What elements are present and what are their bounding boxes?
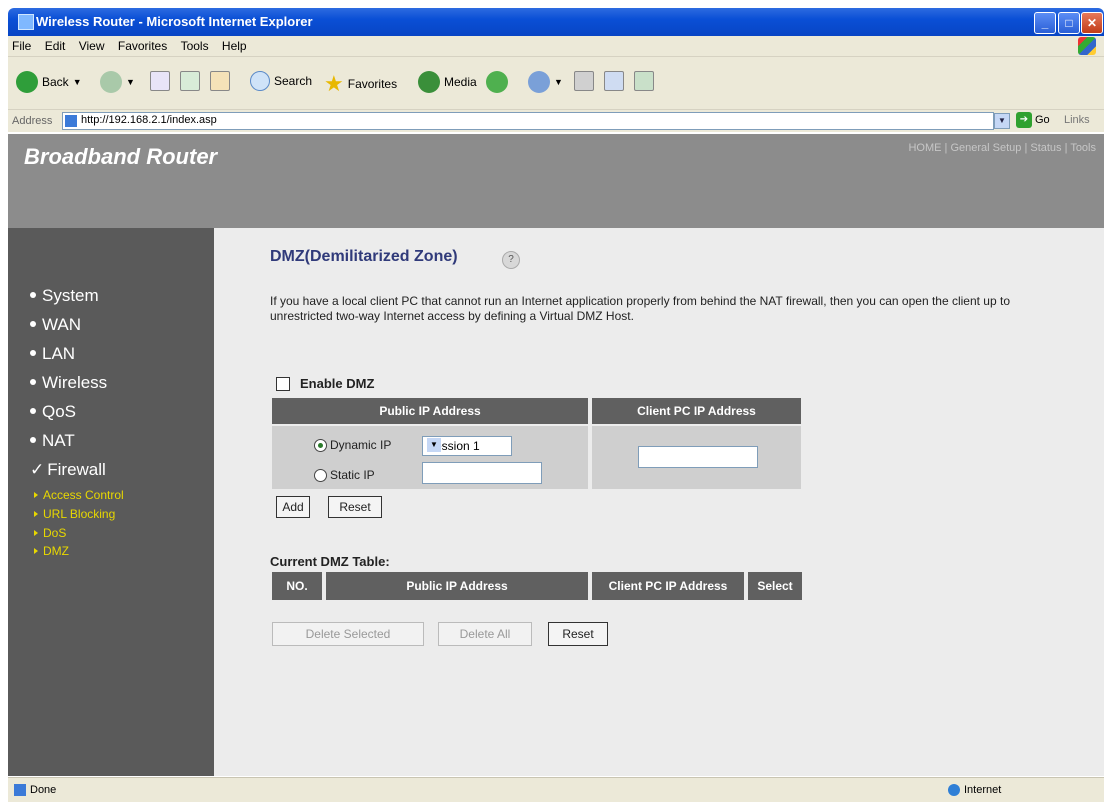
menu-view[interactable]: View [75, 36, 111, 53]
ie-app-icon [18, 14, 34, 30]
dmz-table-label: Current DMZ Table: [270, 554, 390, 569]
sidebar-item-wan[interactable]: WAN [30, 315, 81, 335]
menu-help[interactable]: Help [218, 36, 253, 53]
edit-icon [604, 71, 624, 91]
reset-table-button[interactable]: Reset [548, 622, 608, 646]
main-content: DMZ(Demilitarized Zone) ? If you have a … [214, 228, 1104, 776]
table-col-select: Select [748, 572, 802, 600]
page-done-icon [14, 784, 26, 796]
delete-all-button[interactable]: Delete All [438, 622, 532, 646]
title-bar: Wireless Router - Microsoft Internet Exp… [8, 8, 1104, 36]
address-dropdown-icon[interactable]: ▼ [994, 113, 1010, 129]
search-button[interactable]: Search [250, 71, 312, 91]
status-bar: Done Internet [8, 777, 1104, 802]
menu-file[interactable]: File [8, 36, 37, 53]
delete-selected-button[interactable]: Delete Selected [272, 622, 424, 646]
go-button[interactable]: ➔ Go [1016, 112, 1050, 128]
table-col-public-ip: Public IP Address [326, 572, 588, 600]
media-button[interactable]: Media [418, 71, 477, 93]
dynamic-ip-option[interactable]: Dynamic IP [314, 438, 391, 452]
sidebar: System WAN LAN Wireless QoS NAT ✓ Firewal… [8, 228, 214, 776]
col-public-ip-header: Public IP Address [272, 398, 588, 424]
toolbar: Back ▼ ▼ Search ★ Favorites Media ▼ [8, 57, 1104, 110]
windows-logo-icon [1078, 37, 1096, 55]
media-icon [418, 71, 440, 93]
print-button[interactable] [574, 71, 594, 91]
dynamic-ip-radio[interactable] [314, 438, 327, 452]
edit-button[interactable] [604, 71, 624, 91]
home-button[interactable] [210, 71, 230, 91]
status-text: Done [14, 784, 56, 796]
back-arrow-icon [16, 71, 38, 93]
sidebar-sub-dmz[interactable]: DMZ [34, 544, 69, 558]
links-button[interactable]: Links [1064, 114, 1090, 126]
table-col-no: NO. [272, 572, 322, 600]
menu-bar: File Edit View Favorites Tools Help [8, 36, 1104, 57]
menu-favorites[interactable]: Favorites [114, 36, 173, 53]
client-ip-input[interactable] [638, 446, 758, 468]
sidebar-item-firewall[interactable]: ✓ Firewall [30, 460, 106, 480]
star-icon: ★ [324, 71, 344, 96]
search-icon [250, 71, 270, 91]
go-arrow-icon: ➔ [1016, 112, 1032, 128]
address-label: Address [12, 115, 53, 127]
add-button[interactable]: Add [276, 496, 310, 518]
back-button[interactable]: Back ▼ [16, 71, 82, 93]
static-ip-radio[interactable] [314, 468, 327, 482]
sidebar-sub-access-control[interactable]: Access Control [34, 488, 124, 502]
print-icon [574, 71, 594, 91]
history-button[interactable] [486, 71, 508, 93]
history-icon [486, 71, 508, 93]
sidebar-item-qos[interactable]: QoS [30, 402, 76, 422]
sidebar-item-system[interactable]: System [30, 286, 99, 306]
page-description: If you have a local client PC that canno… [270, 294, 1010, 323]
enable-dmz-checkbox[interactable] [276, 376, 290, 391]
home-icon [210, 71, 230, 91]
menu-edit[interactable]: Edit [41, 36, 72, 53]
menu-tools[interactable]: Tools [177, 36, 215, 53]
page-title: DMZ(Demilitarized Zone) [270, 248, 458, 265]
refresh-button[interactable] [180, 71, 200, 91]
globe-icon [948, 784, 960, 796]
maximize-button[interactable]: □ [1058, 12, 1080, 34]
chevron-down-icon: ▼ [427, 438, 441, 452]
forward-button[interactable]: ▼ [100, 71, 135, 93]
messenger-button[interactable] [634, 71, 654, 91]
col-client-ip-header: Client PC IP Address [592, 398, 801, 424]
mail-icon [528, 71, 550, 93]
minimize-button[interactable]: _ [1034, 12, 1056, 34]
static-ip-option[interactable]: Static IP [314, 468, 375, 482]
session-select[interactable]: Session 1 ▼ [422, 436, 512, 456]
favorites-button[interactable]: ★ Favorites [324, 71, 397, 97]
checkmark-icon: ✓ [30, 460, 45, 479]
sidebar-sub-url-blocking[interactable]: URL Blocking [34, 507, 115, 521]
brand-title: Broadband Router [24, 144, 218, 169]
sidebar-item-wireless[interactable]: Wireless [30, 373, 107, 393]
stop-icon [150, 71, 170, 91]
reset-button[interactable]: Reset [328, 496, 382, 518]
table-col-client-ip: Client PC IP Address [592, 572, 744, 600]
close-button[interactable]: ✕ [1081, 12, 1103, 34]
sidebar-item-lan[interactable]: LAN [30, 344, 75, 364]
stop-button[interactable] [150, 71, 170, 91]
status-zone: Internet [948, 784, 1001, 796]
sidebar-item-nat[interactable]: NAT [30, 431, 75, 451]
sidebar-sub-dos[interactable]: DoS [34, 526, 66, 540]
messenger-icon [634, 71, 654, 91]
enable-dmz-row: Enable DMZ [276, 376, 374, 391]
enable-dmz-label: Enable DMZ [300, 376, 375, 391]
address-bar: Address http://192.168.2.1/index.asp ▼ ➔… [8, 110, 1104, 132]
address-field[interactable]: http://192.168.2.1/index.asp [62, 112, 994, 130]
help-icon[interactable]: ? [502, 251, 520, 269]
router-header: Broadband Router HOME | General Setup | … [8, 134, 1104, 228]
window-title: Wireless Router - Microsoft Internet Exp… [36, 14, 313, 29]
top-nav-links[interactable]: HOME | General Setup | Status | Tools [908, 142, 1096, 154]
mail-button[interactable]: ▼ [528, 71, 563, 93]
static-ip-input[interactable] [422, 462, 542, 484]
refresh-icon [180, 71, 200, 91]
page-icon [65, 115, 77, 127]
forward-arrow-icon [100, 71, 122, 93]
